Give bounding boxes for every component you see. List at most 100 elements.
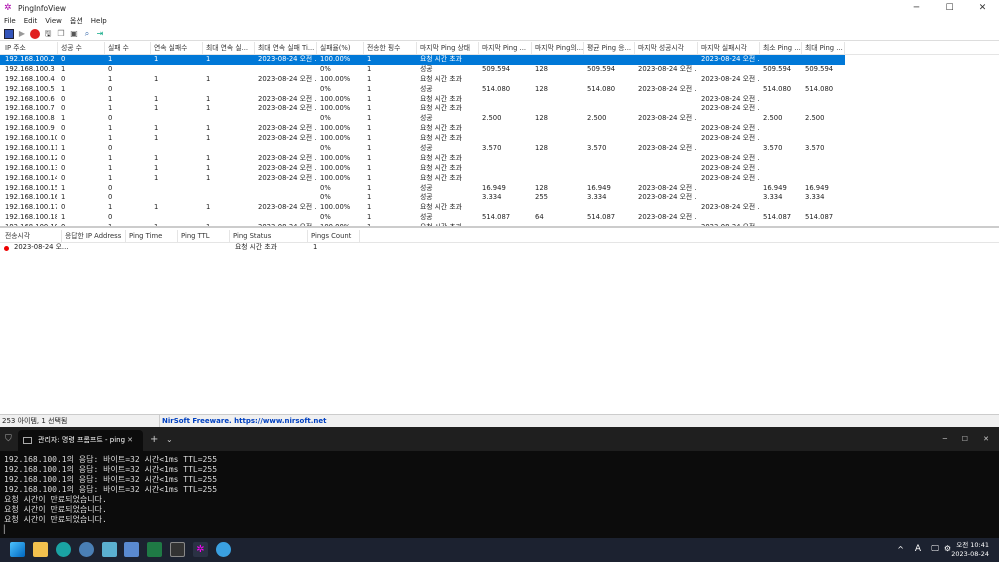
table-row[interactable]: 192.168.100.18 1 0 0% 1 성공 514.087 64 514.087 202… xyxy=(0,213,999,223)
table-cell: 1 xyxy=(154,94,159,103)
column-header[interactable]: 성공 수 xyxy=(58,42,105,55)
find-icon[interactable]: ⌕ xyxy=(82,29,92,39)
tab-dropdown-button[interactable]: ⌄ xyxy=(166,435,173,444)
history-table[interactable]: 전송시각 응답한 IP Address Ping Time Ping TTL Ping … xyxy=(0,230,999,414)
column-header[interactable]: 최대 연속 실... xyxy=(203,42,255,55)
show-hidden-icons[interactable]: ^ xyxy=(897,545,904,554)
table-cell: 2023-08-24 오전 ... xyxy=(258,134,316,143)
history-header: 전송시각 응답한 IP Address Ping Time Ping TTL Ping … xyxy=(0,230,999,243)
table-row[interactable]: 192.168.100.8 1 0 0% 1 성공 2.500 128 2.500 2023-08… xyxy=(0,114,999,124)
history-column-header[interactable]: Ping TTL xyxy=(178,230,230,243)
ime-indicator[interactable]: A xyxy=(915,544,921,554)
table-row[interactable]: 192.168.100.13 0 1 1 1 2023-08-24 오전 ... 100.0… xyxy=(0,164,999,174)
table-cell: 1 xyxy=(367,163,372,172)
pinginfoview-icon[interactable]: ✲ xyxy=(193,542,208,557)
app-icon-2[interactable] xyxy=(79,542,94,557)
table-cell: 1 xyxy=(61,183,66,192)
properties-icon[interactable]: ▣ xyxy=(69,29,79,39)
paint-icon[interactable] xyxy=(216,542,231,557)
ip-list-icon[interactable] xyxy=(4,28,14,39)
column-header[interactable]: 마지막 Ping 상태 xyxy=(417,42,479,55)
terminal-close[interactable]: ✕ xyxy=(983,435,989,443)
column-header[interactable]: 최대 Ping ... xyxy=(802,42,845,55)
copy-icon[interactable]: ❐ xyxy=(56,29,66,39)
network-icon[interactable]: 🖵 xyxy=(931,544,939,554)
menu-help[interactable]: Help xyxy=(87,16,111,27)
table-cell: 0% xyxy=(320,144,331,153)
history-column-header[interactable]: Ping Status xyxy=(230,230,308,243)
table-cell: 255 xyxy=(535,193,548,202)
terminal-tab[interactable]: 관리자: 명령 프롬프트 - ping ✕ xyxy=(18,430,143,451)
close-button[interactable]: ✕ xyxy=(966,0,999,16)
table-row[interactable]: 192.168.100.14 0 1 1 1 2023-08-24 오전 ... 100.0… xyxy=(0,174,999,184)
column-header[interactable]: 실패율(%) xyxy=(317,42,364,55)
table-cell: 1 xyxy=(206,55,211,63)
table-cell: 2.500 xyxy=(587,114,607,123)
browser-icon[interactable] xyxy=(56,542,71,557)
table-row[interactable]: 192.168.100.7 0 1 1 1 2023-08-24 오전 ... 100.00… xyxy=(0,104,999,114)
history-column-header[interactable]: 전송시각 xyxy=(2,230,62,243)
remote-desktop-icon[interactable] xyxy=(124,542,139,557)
history-column-header[interactable]: Ping Time xyxy=(126,230,178,243)
table-row[interactable]: 192.168.100.11 1 0 0% 1 성공 3.570 128 3.570 2023-0… xyxy=(0,144,999,154)
column-header[interactable]: 마지막 Ping ... xyxy=(479,42,532,55)
results-table[interactable]: IP 주소 성공 수 실패 수 연속 실패수 최대 연속 실... 최대 연속 실패 Ti… xyxy=(0,42,999,228)
column-header[interactable]: 최대 연속 실패 Ti... xyxy=(255,42,317,55)
table-row[interactable]: 192.168.100.10 0 1 1 1 2023-08-24 오전 ... 100.0… xyxy=(0,134,999,144)
table-cell: 2023-08-24 오전 ... xyxy=(701,104,759,113)
menu-options[interactable]: 옵션 xyxy=(66,16,87,27)
table-row[interactable]: 192.168.100.3 1 0 0% 1 성공 509.594 128 509.594 202… xyxy=(0,65,999,75)
table-row[interactable]: 192.168.100.2 0 1 1 1 2023-08-24 오전 ... 100.00… xyxy=(0,55,845,65)
maximize-button[interactable]: ☐ xyxy=(933,0,966,16)
terminal-output[interactable]: 192.168.100.1의 응답: 바이트=32 시간<1ms TTL=255… xyxy=(0,451,999,539)
table-cell: 1 xyxy=(108,223,113,228)
table-row[interactable]: 192.168.100.12 0 1 1 1 2023-08-24 오전 ... 100.0… xyxy=(0,154,999,164)
store-icon[interactable] xyxy=(102,542,117,557)
column-header[interactable]: IP 주소 xyxy=(2,42,58,55)
nirsoft-link[interactable]: NirSoft Freeware. https://www.nirsoft.ne… xyxy=(162,415,326,427)
table-row[interactable]: 192.168.100.4 0 1 1 1 2023-08-24 오전 ... 100.00… xyxy=(0,75,999,85)
history-cell: 1 xyxy=(313,243,318,251)
column-header[interactable]: 마지막 성공시각 xyxy=(635,42,698,55)
column-header[interactable]: 실패 수 xyxy=(105,42,151,55)
table-cell: 1 xyxy=(367,94,372,103)
save-icon[interactable]: 🖫 xyxy=(43,29,53,39)
table-cell: 0 xyxy=(108,114,113,123)
column-header[interactable]: 마지막 Ping의... xyxy=(532,42,584,55)
history-column-header[interactable]: Pings Count xyxy=(308,230,360,243)
exit-icon[interactable]: ⇥ xyxy=(95,29,105,39)
column-header[interactable]: 평균 Ping 응... xyxy=(584,42,635,55)
minimize-button[interactable]: ─ xyxy=(900,0,933,16)
terminal-minimize[interactable]: ─ xyxy=(943,435,947,443)
column-header[interactable]: 연속 실패수 xyxy=(151,42,203,55)
clock[interactable]: 오전 10:41 2023-08-24 xyxy=(951,541,989,559)
history-row[interactable]: 2023-08-24 오... 요청 시간 초과 1 xyxy=(0,243,999,253)
table-row[interactable]: 192.168.100.17 0 1 1 1 2023-08-24 오전 ... 100.0… xyxy=(0,203,999,213)
terminal-line: 192.168.100.1의 응답: 바이트=32 시간<1ms TTL=255 xyxy=(4,455,218,464)
table-row[interactable]: 192.168.100.5 1 0 0% 1 성공 514.080 128 514.080 202… xyxy=(0,85,999,95)
table-row[interactable]: 192.168.100.19 0 1 1 1 2023-08-24 오전 ... 100.0… xyxy=(0,223,999,228)
start-icon[interactable] xyxy=(10,542,25,557)
table-cell: 100.00% xyxy=(320,163,351,172)
column-header[interactable]: 마지막 실패시각 xyxy=(698,42,760,55)
settings-icon[interactable]: ⚙ xyxy=(944,544,951,553)
tab-close-icon[interactable]: ✕ xyxy=(127,430,133,451)
new-tab-button[interactable]: + xyxy=(150,434,158,445)
history-column-header[interactable]: 응답한 IP Address xyxy=(62,230,126,243)
menu-file[interactable]: File xyxy=(0,16,20,27)
table-cell: 2023-08-24 오전 ... xyxy=(258,173,316,182)
column-header[interactable]: 전송한 핑수 xyxy=(364,42,417,55)
table-row[interactable]: 192.168.100.9 0 1 1 1 2023-08-24 오전 ... 100.00… xyxy=(0,124,999,134)
terminal-icon[interactable] xyxy=(170,542,185,557)
table-row[interactable]: 192.168.100.16 1 0 0% 1 성공 3.334 255 3.334 2023-0… xyxy=(0,193,999,203)
file-explorer-icon[interactable] xyxy=(33,542,48,557)
table-row[interactable]: 192.168.100.15 1 0 0% 1 성공 16.949 128 16.949 2023… xyxy=(0,184,999,194)
menu-edit[interactable]: Edit xyxy=(20,16,42,27)
terminal-maximize[interactable]: ☐ xyxy=(962,435,968,443)
column-header[interactable]: 최소 Ping ... xyxy=(760,42,802,55)
excel-icon[interactable] xyxy=(147,542,162,557)
menu-view[interactable]: View xyxy=(41,16,66,27)
stop-icon[interactable] xyxy=(30,28,40,39)
play-icon[interactable]: ▶ xyxy=(17,29,27,39)
table-row[interactable]: 192.168.100.6 0 1 1 1 2023-08-24 오전 ... 100.00… xyxy=(0,95,999,105)
